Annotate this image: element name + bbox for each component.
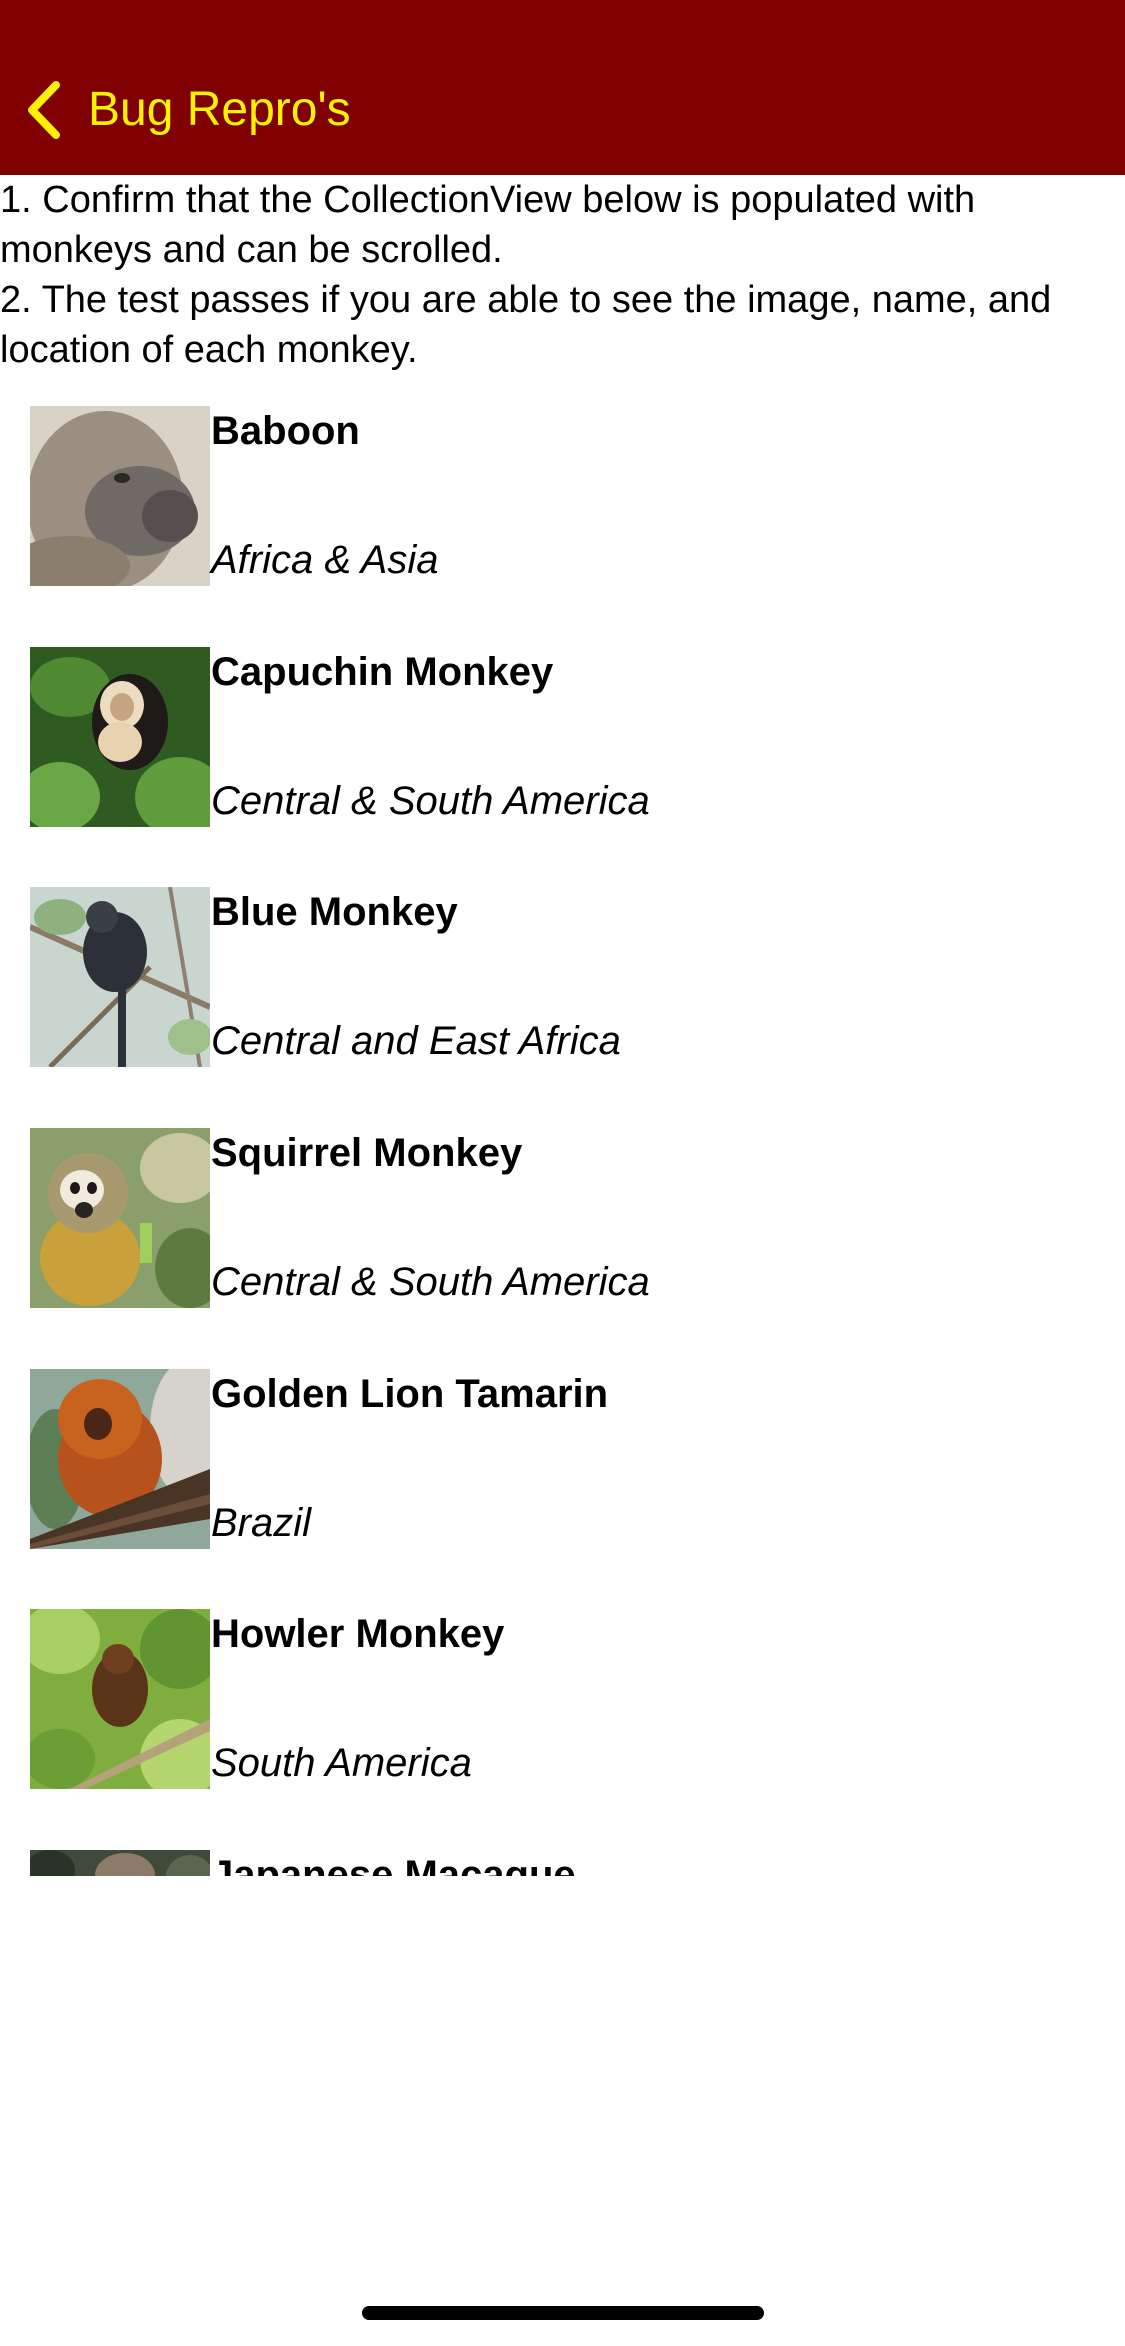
monkey-name: Baboon [211,409,360,453]
instruction-step-1: 1. Confirm that the CollectionView below… [0,179,976,271]
navigation-bar: Bug Repro's [0,0,1125,175]
back-button[interactable]: Bug Repro's [22,72,351,148]
instructions: 1. Confirm that the CollectionView below… [0,175,1125,375]
back-button-label: Bug Repro's [88,83,351,136]
squirrel-monkey-photo [30,1128,210,1308]
monkey-list-item[interactable]: Squirrel Monkey Central & South America [0,1122,1125,1308]
monkey-name: Capuchin Monkey [211,650,554,694]
howler-monkey-photo [30,1609,210,1789]
home-indicator[interactable] [362,2306,764,2320]
capuchin-monkey-photo [30,647,210,827]
blue-monkey-photo [30,887,210,1067]
instruction-step-2: 2. The test passes if you are able to se… [0,279,1052,371]
monkey-collection-view[interactable]: Baboon Africa & Asia Capuchin Monkey Cen… [0,400,1125,1876]
japanese-macaque-photo [30,1850,210,1876]
golden-lion-tamarin-photo [30,1369,210,1549]
monkey-name: Japanese Macaque [211,1853,576,1876]
monkey-location: Africa & Asia [211,538,439,582]
monkey-location: Central & South America [211,1260,650,1304]
monkey-name: Howler Monkey [211,1612,505,1656]
monkey-list-item[interactable]: Capuchin Monkey Central & South America [0,641,1125,827]
monkey-location: Central and East Africa [211,1019,621,1063]
monkey-location: Brazil [211,1501,312,1545]
monkey-location: Central & South America [211,779,650,823]
monkey-name: Blue Monkey [211,890,458,934]
monkey-list-item[interactable]: Japanese Macaque [0,1844,1125,1876]
baboon-photo [30,406,210,586]
monkey-list-item[interactable]: Golden Lion Tamarin Brazil [0,1363,1125,1549]
monkey-name: Squirrel Monkey [211,1131,523,1175]
chevron-left-icon [28,81,60,139]
monkey-list-item[interactable]: Baboon Africa & Asia [0,400,1125,586]
monkey-location: South America [211,1741,472,1785]
monkey-list-item[interactable]: Howler Monkey South America [0,1603,1125,1789]
monkey-list-item[interactable]: Blue Monkey Central and East Africa [0,881,1125,1067]
monkey-name: Golden Lion Tamarin [211,1372,609,1416]
